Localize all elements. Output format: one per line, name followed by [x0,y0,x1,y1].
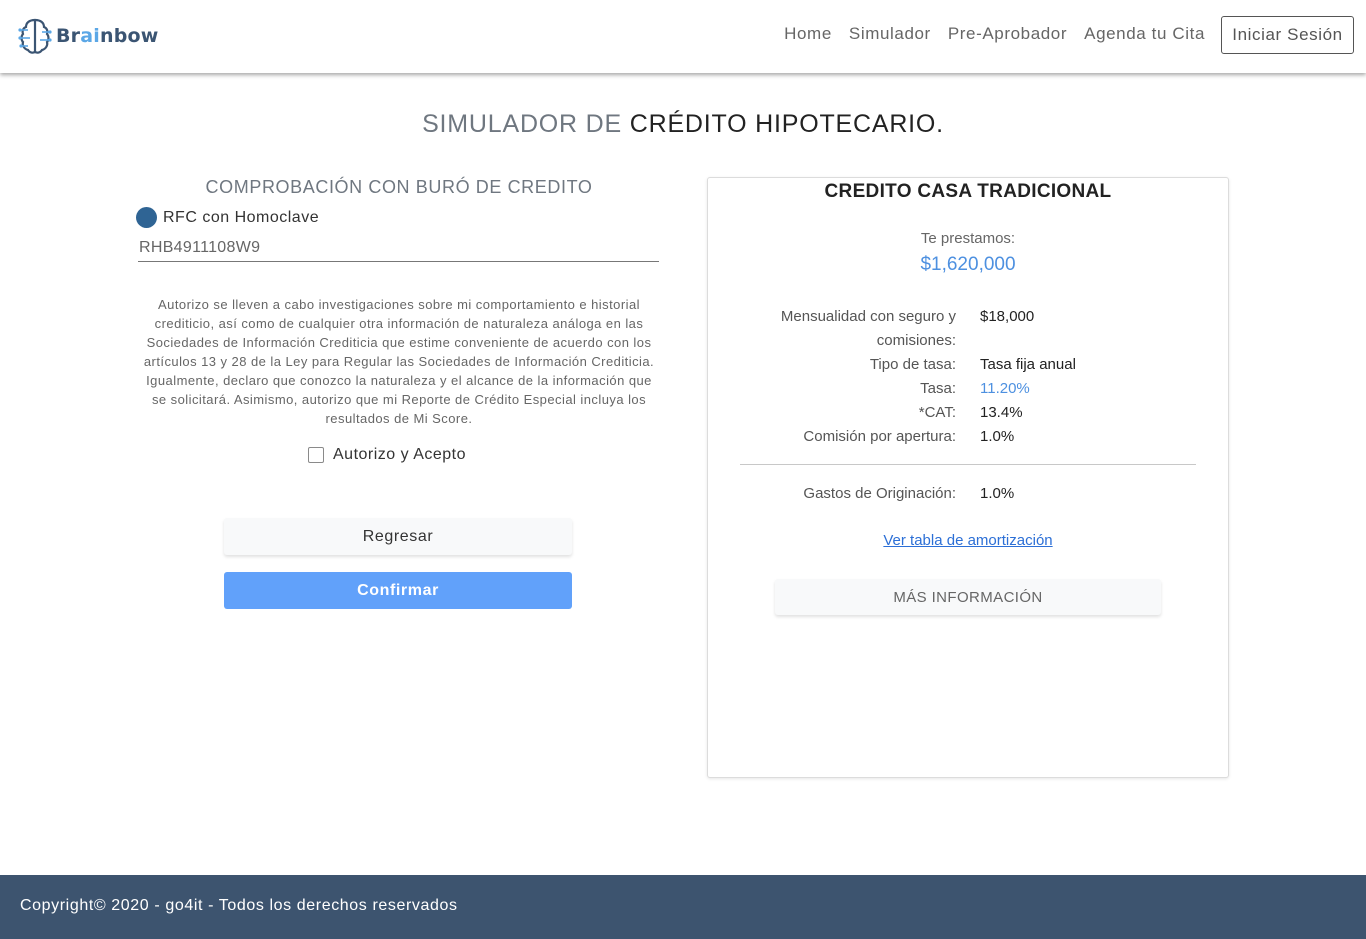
detail-row-monthly: Mensualidad con seguro y comisiones: $18… [708,305,1228,353]
detail-label: Tasa: [920,380,956,397]
back-button[interactable]: Regresar [224,518,572,555]
detail-value: 1.0% [980,485,1015,502]
legal-line: artículos 13 y 28 de la Ley para Regular… [143,354,655,369]
amortization-link-row: Ver tabla de amortización [708,532,1228,549]
legal-line: Igualmente, declaro que conozco la natur… [146,373,652,388]
detail-label: Tipo de tasa: [869,356,956,373]
confirm-button[interactable]: Confirmar [224,572,572,609]
buro-section-title: COMPROBACIÓN CON BURÓ DE CREDITO [205,177,593,197]
nav-simulador-link[interactable]: Simulador [849,24,931,44]
loan-label: Te prestamos: [920,230,1016,247]
rfc-label-row: RFC con Homoclave [136,207,319,228]
brand-logo[interactable]: Brainbow [18,16,159,56]
brain-circuit-icon [18,18,52,54]
detail-value: 1.0% [980,428,1015,445]
detail-label: Mensualidad con seguro y comisiones: [780,308,956,349]
footer-copyright: Copyright© 2020 - go4it - Todos los dere… [20,897,458,914]
legal-line: crediticio, así como de cualquier otra i… [154,316,644,331]
nav-home-link[interactable]: Home [784,24,832,44]
page-title: SIMULADOR DE CRÉDITO HIPOTECARIO. [422,110,944,138]
detail-label: *CAT: [918,404,956,421]
top-navbar: Brainbow Home Simulador Pre-Aprobador Ag… [0,0,1366,73]
rfc-input[interactable] [138,234,659,262]
brand-name: Brainbow [56,25,159,47]
loan-amount: $1,620,000 [920,254,1016,275]
legal-line: Sociedades de Información Crediticia que… [146,335,652,350]
detail-label: Comisión por apertura: [803,428,956,445]
authorization-legal-text: Autorizo se lleven a cabo investigacione… [134,295,664,428]
amortization-table-link[interactable]: Ver tabla de amortización [883,532,1052,549]
nav-agenda-cita-link[interactable]: Agenda tu Cita [1084,24,1205,44]
nav-links: Home Simulador Pre-Aprobador Agenda tu C… [767,24,1205,44]
card-divider [740,464,1196,465]
step-indicator-dot [136,207,157,228]
more-info-button[interactable]: MÁS INFORMACIÓN [775,579,1161,615]
login-button[interactable]: Iniciar Sesión [1221,16,1354,54]
nav-pre-aprobador-link[interactable]: Pre-Aprobador [948,24,1067,44]
credit-summary-card: CREDITO CASA TRADICIONAL Te prestamos: $… [707,177,1229,778]
accept-terms-checkbox[interactable] [308,447,324,463]
detail-label: Gastos de Originación: [803,485,956,502]
detail-value: 13.4% [980,404,1023,421]
accept-terms-label[interactable]: Autorizo y Acepto [333,446,466,464]
detail-value: 11.20% [980,380,1030,397]
legal-line: Autorizo se lleven a cabo investigacione… [158,297,640,312]
legal-line: resultados de Mi Score. [325,411,473,426]
rfc-label: RFC con Homoclave [163,208,320,226]
footer: Copyright© 2020 - go4it - Todos los dere… [0,875,1366,939]
card-title: CREDITO CASA TRADICIONAL [824,181,1112,202]
detail-value: Tasa fija anual [980,356,1076,373]
legal-line: se solicitará. Asimismo, autorizo que mi… [151,392,647,407]
buro-check-section: COMPROBACIÓN CON BURÓ DE CREDITO RFC con… [134,176,664,609]
accept-terms-row: Autorizo y Acepto [308,446,466,464]
detail-value: $18,000 [980,308,1035,325]
